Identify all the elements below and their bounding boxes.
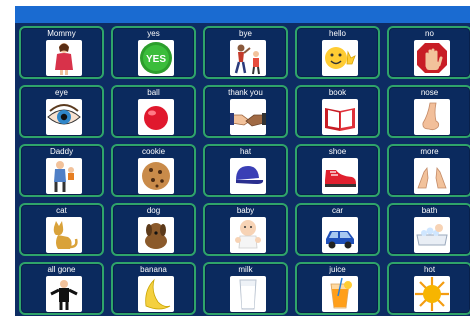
banana-icon xyxy=(138,276,174,312)
symbol-tile-hat[interactable]: hat xyxy=(203,144,288,197)
tile-label: bath xyxy=(421,206,438,215)
man-child-icon xyxy=(46,158,82,194)
tile-label: more xyxy=(420,147,439,156)
milk-glass-icon xyxy=(230,276,266,312)
symbol-tile-dog[interactable]: dog xyxy=(111,203,196,256)
shoe-icon xyxy=(322,158,358,194)
symbol-tile-hello[interactable]: hello xyxy=(295,26,380,79)
tile-label: book xyxy=(328,88,347,97)
tile-label: baby xyxy=(236,206,255,215)
tile-label: ball xyxy=(147,88,160,97)
tile-label: yes xyxy=(147,29,160,38)
sun-icon xyxy=(414,276,450,312)
tile-label: milk xyxy=(238,265,253,274)
symbol-tile-car[interactable]: car xyxy=(295,203,380,256)
tile-label: all gone xyxy=(47,265,76,274)
book-icon xyxy=(322,99,358,135)
tile-label: hat xyxy=(239,147,252,156)
tile-label: banana xyxy=(140,265,167,274)
symbol-tile-banana[interactable]: banana xyxy=(111,262,196,315)
woman-icon xyxy=(46,40,82,76)
juice-icon xyxy=(322,276,358,312)
hands-icon xyxy=(414,158,450,194)
bathtub-icon xyxy=(414,217,450,253)
smiley-wave-icon xyxy=(322,40,358,76)
svg-text:YES: YES xyxy=(146,54,166,65)
cap-icon xyxy=(230,158,266,194)
tile-label: thank you xyxy=(228,88,263,97)
yes-icon: YES xyxy=(138,40,174,76)
tile-label: eye xyxy=(55,88,68,97)
tile-label: Mommy xyxy=(47,29,76,38)
symbol-tile-juice[interactable]: juice xyxy=(295,262,380,315)
symbol-tile-yes[interactable]: yes YES xyxy=(111,26,196,79)
symbol-tile-ball[interactable]: ball xyxy=(111,85,196,138)
symbol-tile-cookie[interactable]: cookie xyxy=(111,144,196,197)
tile-label: no xyxy=(425,29,434,38)
symbol-tile-daddy[interactable]: Daddy xyxy=(19,144,104,197)
tile-label: car xyxy=(331,206,344,215)
symbol-tile-shoe[interactable]: shoe xyxy=(295,144,380,197)
stop-hand-icon xyxy=(414,40,450,76)
tile-label: shoe xyxy=(328,147,347,156)
cat-icon xyxy=(46,217,82,253)
aac-board: Mommy yes YES bye hello no eye ball thank you boo… xyxy=(15,6,470,316)
symbol-tile-eye[interactable]: eye xyxy=(19,85,104,138)
symbol-tile-bye[interactable]: bye xyxy=(203,26,288,79)
tile-label: juice xyxy=(329,265,346,274)
dog-icon xyxy=(138,217,174,253)
tile-label: dog xyxy=(146,206,161,215)
symbol-tile-nose[interactable]: nose xyxy=(387,85,470,138)
tile-label: nose xyxy=(420,88,439,97)
tile-label: cat xyxy=(56,206,67,215)
tile-label: hot xyxy=(423,265,436,274)
symbol-tile-all-gone[interactable]: all gone xyxy=(19,262,104,315)
symbol-tile-mommy[interactable]: Mommy xyxy=(19,26,104,79)
eye-icon xyxy=(46,99,82,135)
symbol-tile-more[interactable]: more xyxy=(387,144,470,197)
symbol-tile-thank-you[interactable]: thank you xyxy=(203,85,288,138)
tile-label: Daddy xyxy=(49,147,74,156)
symbol-tile-cat[interactable]: cat xyxy=(19,203,104,256)
cookie-icon xyxy=(138,158,174,194)
symbol-grid: Mommy yes YES bye hello no eye ball thank you boo… xyxy=(19,26,470,316)
tile-label: bye xyxy=(239,29,252,38)
ball-icon xyxy=(138,99,174,135)
waving-people-icon xyxy=(230,40,266,76)
handshake-icon xyxy=(230,99,266,135)
symbol-tile-milk[interactable]: milk xyxy=(203,262,288,315)
nose-icon xyxy=(414,99,450,135)
top-bar xyxy=(15,6,470,23)
symbol-tile-baby[interactable]: baby xyxy=(203,203,288,256)
baby-icon xyxy=(230,217,266,253)
car-icon xyxy=(322,217,358,253)
tile-label: hello xyxy=(329,29,346,38)
symbol-tile-hot[interactable]: hot xyxy=(387,262,470,315)
tile-label: cookie xyxy=(141,147,166,156)
symbol-tile-no[interactable]: no xyxy=(387,26,470,79)
symbol-tile-book[interactable]: book xyxy=(295,85,380,138)
symbol-tile-bath[interactable]: bath xyxy=(387,203,470,256)
all-gone-icon xyxy=(46,276,82,312)
